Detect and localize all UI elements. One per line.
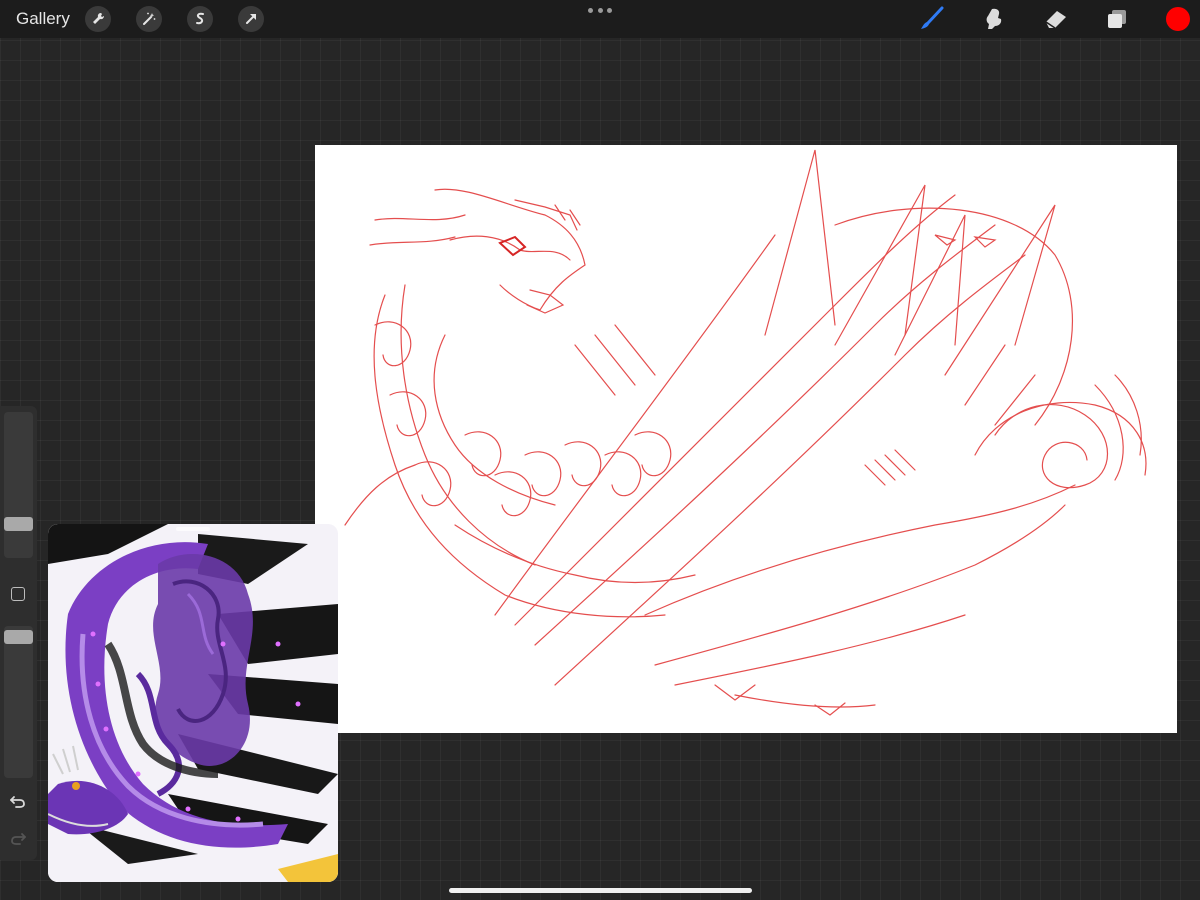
smudge-icon[interactable]: [980, 5, 1008, 33]
more-options-icon[interactable]: [588, 4, 612, 16]
top-toolbar: Gallery: [0, 0, 1200, 38]
modify-button[interactable]: [11, 587, 25, 601]
brush-sidebar: [0, 406, 37, 860]
opacity-slider[interactable]: [4, 626, 33, 778]
reference-drag-handle[interactable]: [176, 527, 210, 531]
brush-size-slider[interactable]: [4, 412, 33, 558]
selection-icon[interactable]: [187, 6, 213, 32]
wrench-icon[interactable]: [85, 6, 111, 32]
reference-artwork: [48, 524, 338, 882]
transform-arrow-icon[interactable]: [238, 6, 264, 32]
redo-icon[interactable]: [8, 828, 28, 848]
opacity-thumb[interactable]: [4, 630, 33, 644]
color-picker-button[interactable]: [1166, 7, 1190, 31]
brush-icon[interactable]: [918, 5, 946, 33]
drawing-canvas[interactable]: [315, 145, 1177, 733]
magic-wand-icon[interactable]: [136, 6, 162, 32]
layers-icon[interactable]: [1103, 5, 1131, 33]
home-indicator[interactable]: [449, 888, 752, 893]
eraser-icon[interactable]: [1042, 5, 1070, 33]
undo-icon[interactable]: [8, 791, 28, 811]
brush-size-thumb[interactable]: [4, 517, 33, 531]
gallery-button[interactable]: Gallery: [16, 9, 70, 29]
dragon-sketch: [344, 149, 1147, 716]
reference-window[interactable]: [48, 524, 338, 882]
